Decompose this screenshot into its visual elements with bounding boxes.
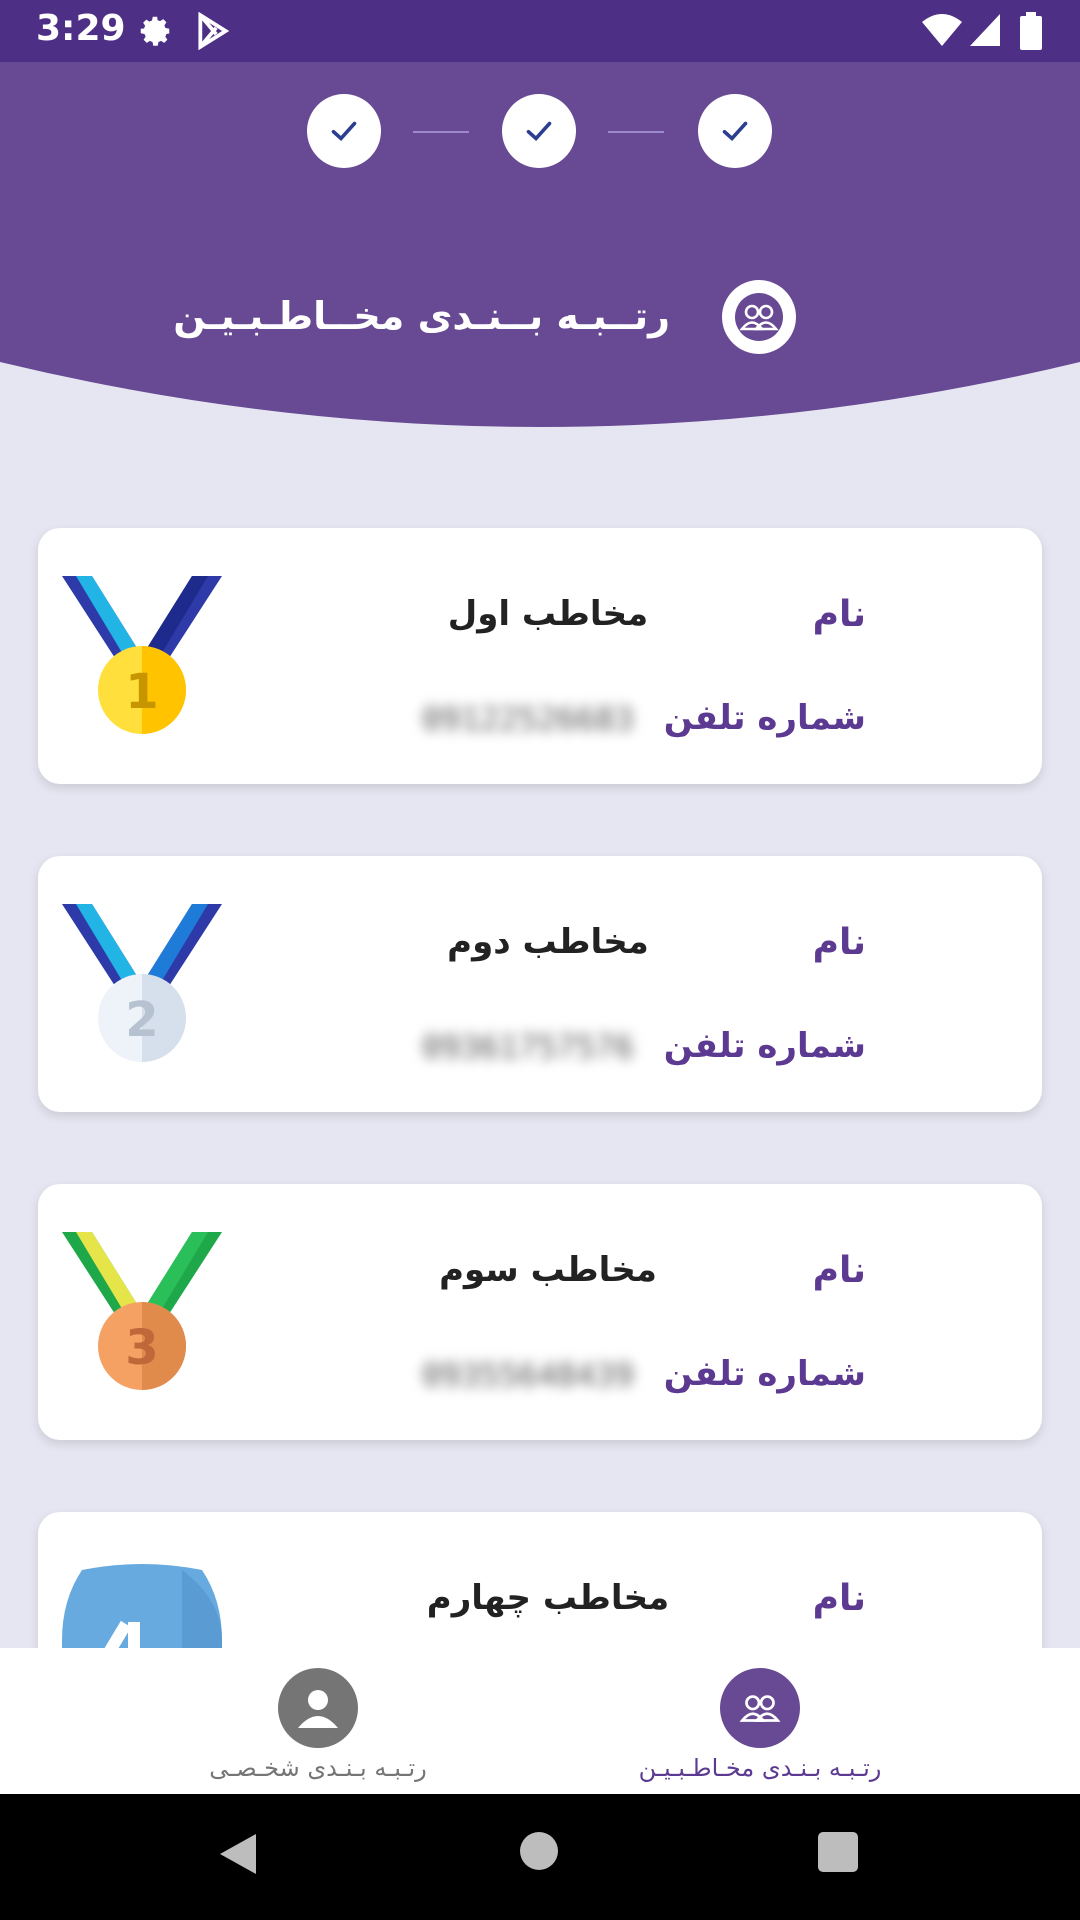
contact-name: مخاطب چهارم (426, 1578, 670, 1618)
wifi-icon (922, 14, 962, 46)
step-3 (698, 94, 772, 168)
page-title: رتــبـه بــنـدی مخــاطـبـیـن (173, 294, 670, 338)
contact-phone: 09355648439 (422, 1356, 634, 1394)
contact-card-1[interactable]: 1 مخاطب اول نام 09122526683 شماره تلفن (38, 528, 1042, 784)
contact-name: مخاطب دوم (447, 922, 649, 962)
system-navigation-bar (0, 1794, 1080, 1920)
contact-card-3[interactable]: 3 مخاطب سوم نام 09355648439 شماره تلفن (38, 1184, 1042, 1440)
nav-personal-icon-circle (278, 1668, 358, 1748)
gear-icon (140, 16, 171, 46)
phone-label: شماره تلفن (663, 1026, 866, 1066)
battery-icon (1020, 12, 1042, 50)
contacts-group-icon (735, 293, 783, 341)
nav-personal-ranking[interactable]: رتـبـه بـنـدی شخـصـی (178, 1668, 458, 1782)
contact-card-2[interactable]: 2 مخاطب دوم نام 09361757576 شماره تلفن (38, 856, 1042, 1112)
status-bar: 3:29 (0, 0, 1080, 62)
step-connector (413, 131, 469, 133)
name-label: نام (812, 922, 866, 963)
name-label: نام (812, 1250, 866, 1291)
header-icon-circle (722, 280, 796, 354)
svg-text:2: 2 (125, 992, 158, 1048)
contact-name: مخاطب اول (447, 594, 649, 634)
play-store-icon (198, 12, 230, 50)
contact-name: مخاطب سوم (439, 1250, 657, 1290)
home-icon[interactable] (520, 1832, 558, 1870)
step-indicator (0, 94, 1080, 174)
bottom-navigation: رتـبـه بـنـدی شخـصـی رتـبـه بـنـدی مخـاط… (0, 1648, 1080, 1794)
gold-medal-icon: 1 (62, 576, 222, 734)
step-connector (608, 131, 664, 133)
nav-contacts-label: رتـبـه بـنـدی مخـاطـبـیـن (638, 1754, 882, 1782)
nav-contacts-icon-circle (720, 1668, 800, 1748)
check-icon (526, 121, 552, 142)
bronze-medal-icon: 3 (62, 1232, 222, 1390)
nav-personal-label: رتـبـه بـنـدی شخـصـی (209, 1754, 427, 1782)
check-icon (722, 121, 748, 142)
contact-phone: 09122526683 (422, 700, 634, 738)
check-icon (331, 121, 357, 142)
signal-icon (970, 14, 1000, 46)
svg-text:1: 1 (125, 664, 158, 720)
back-icon[interactable] (216, 1832, 260, 1876)
recent-apps-icon[interactable] (818, 1832, 858, 1872)
step-1 (307, 94, 381, 168)
header: رتــبـه بــنـدی مخــاطـبـیـن (0, 62, 1080, 442)
phone-label: شماره تلفن (663, 698, 866, 738)
contacts-group-icon (739, 1695, 781, 1722)
svg-text:3: 3 (125, 1320, 158, 1376)
person-icon (298, 1690, 338, 1728)
nav-contacts-ranking[interactable]: رتـبـه بـنـدی مخـاطـبـیـن (620, 1668, 900, 1782)
step-2 (502, 94, 576, 168)
name-label: نام (812, 594, 866, 635)
phone-label: شماره تلفن (663, 1354, 866, 1394)
status-time: 3:29 (36, 8, 126, 49)
name-label: نام (812, 1578, 866, 1619)
silver-medal-icon: 2 (62, 904, 222, 1062)
contact-phone: 09361757576 (422, 1028, 634, 1066)
